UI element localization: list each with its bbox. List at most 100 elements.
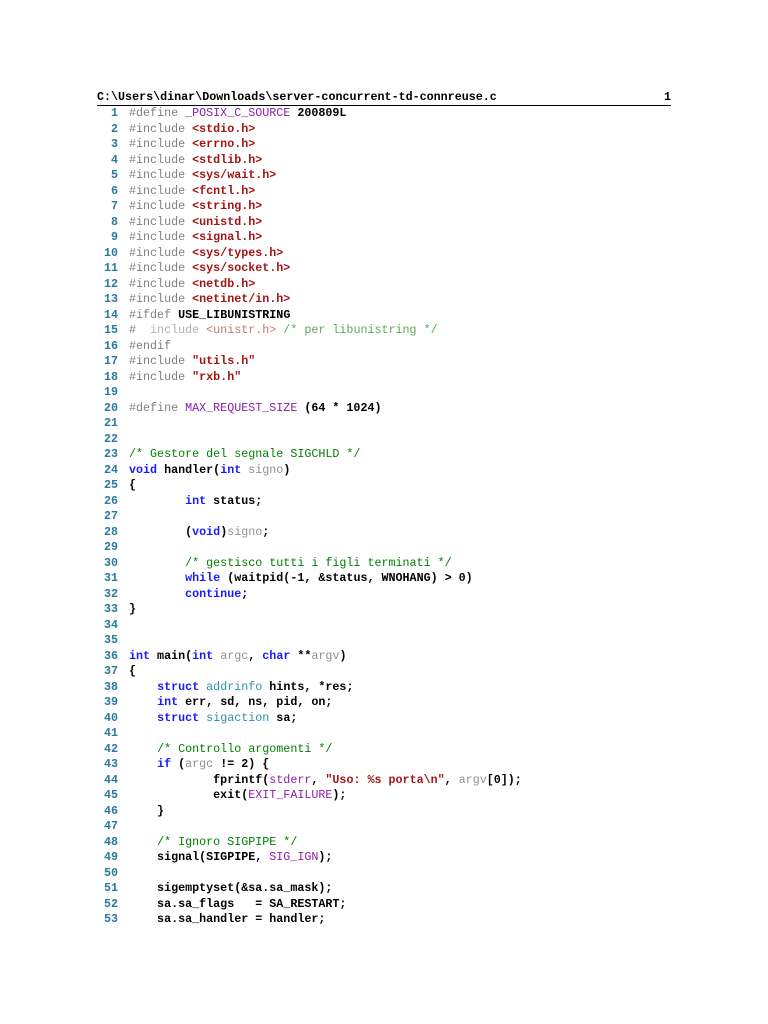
code-token: MAX_REQUEST_SIZE xyxy=(185,400,298,415)
code-token: #include xyxy=(129,261,193,275)
line-number: 26 xyxy=(103,493,118,508)
line-number: 10 xyxy=(103,245,118,260)
line-number: 46 xyxy=(103,803,118,818)
code-line: 52 sa.sa_flags = SA_RESTART; xyxy=(96,897,522,913)
code-token: "utils.h" xyxy=(192,354,256,368)
code-token: signal(SIGPIPE, xyxy=(129,850,270,864)
code-token: main( xyxy=(150,648,193,663)
line-number: 39 xyxy=(103,695,118,709)
code-line: 38 struct addrinfo hints, *res; xyxy=(96,680,522,696)
code-token: <sys/types.h> xyxy=(192,245,284,260)
code-token: ); xyxy=(318,850,333,864)
code-token: sigemptyset(&sa.sa_mask); xyxy=(129,881,333,895)
line-number: 12 xyxy=(103,276,118,291)
code-line: 50 xyxy=(96,866,522,882)
code-token: #include xyxy=(129,137,193,151)
code-line: 25 { xyxy=(96,478,522,494)
code-line: 22 xyxy=(96,432,522,448)
code-token: /* per libunistring */ xyxy=(276,323,438,337)
code-line: 47 xyxy=(96,819,522,835)
code-token: , xyxy=(248,648,263,663)
code-line: 48 /* Ignoro SIGPIPE */ xyxy=(96,835,522,851)
line-number: 28 xyxy=(103,524,118,539)
line-number: 11 xyxy=(103,261,118,275)
code-line: 23 /* Gestore del segnale SIGCHLD */ xyxy=(96,447,522,463)
code-token: sigaction xyxy=(199,710,270,725)
code-token: } xyxy=(129,803,165,818)
line-number: 32 xyxy=(103,586,118,601)
code-token: <string.h> xyxy=(192,199,263,213)
code-token: <fcntl.h> xyxy=(192,183,256,198)
code-token: ); xyxy=(332,788,347,802)
code-token: #include xyxy=(129,199,193,213)
code-line: 6 #include <fcntl.h> xyxy=(96,184,522,200)
code-line: 7 #include <string.h> xyxy=(96,199,522,215)
code-token: <sys/wait.h> xyxy=(192,168,277,182)
code-token: int xyxy=(220,462,242,477)
code-token: sa.sa_flags = SA_RESTART; xyxy=(129,896,347,911)
line-number: 37 xyxy=(103,664,118,678)
code-token: /* Controllo argomenti */ xyxy=(157,741,333,756)
line-number: 47 xyxy=(103,819,118,833)
code-token: <stdlib.h> xyxy=(192,152,263,167)
code-token: #ifdef xyxy=(129,307,179,322)
code-token: include xyxy=(150,323,207,337)
code-line: 8 #include <unistd.h> xyxy=(96,215,522,231)
line-number: 14 xyxy=(103,307,118,322)
code-token: #include xyxy=(129,230,193,244)
code-line: 19 xyxy=(96,385,522,401)
code-token: argv xyxy=(311,648,340,663)
code-line: 43 if (argc != 2) { xyxy=(96,757,522,773)
code-token: exit( xyxy=(129,788,249,802)
code-line: 26 int status; xyxy=(96,494,522,510)
code-token: [0]); xyxy=(486,772,522,787)
code-token: <unistr.h> xyxy=(206,323,277,337)
line-number: 36 xyxy=(103,648,118,663)
code-line: 33} xyxy=(96,602,522,618)
code-line: 44 fprintf(stderr, "Uso: %s porta\n", ar… xyxy=(96,773,522,789)
code-token: USE_LIBUNISTRING xyxy=(178,307,291,322)
code-line: 35 xyxy=(96,633,522,649)
code-token: int xyxy=(157,695,179,709)
line-number: 27 xyxy=(103,509,118,523)
code-line: 51 sigemptyset(&sa.sa_mask); xyxy=(96,881,522,897)
code-token: handler( xyxy=(157,462,221,477)
line-number: 9 xyxy=(110,230,118,244)
code-line: 34 xyxy=(96,618,522,634)
line-number: 49 xyxy=(103,850,118,864)
line-number: 4 xyxy=(110,152,118,167)
page-number: 1 xyxy=(663,90,671,104)
code-line: 28 (void)signo; xyxy=(96,525,522,541)
code-token: { xyxy=(129,478,137,492)
code-token: (waitpid(-1, &status, WNOHANG) > 0) xyxy=(220,571,473,585)
code-token: void xyxy=(192,524,221,539)
line-number: 50 xyxy=(103,865,118,880)
code-token: #include xyxy=(129,183,193,198)
line-number: 53 xyxy=(103,912,118,926)
file-path: C:\Users\dinar\Downloads\server-concurre… xyxy=(97,90,497,104)
line-number: 29 xyxy=(103,540,118,554)
line-number: 5 xyxy=(110,168,118,182)
code-token: ( xyxy=(171,757,186,771)
line-number: 7 xyxy=(110,199,118,213)
line-number: 18 xyxy=(103,369,118,384)
code-token: _POSIX_C_SOURCE xyxy=(185,106,291,120)
code-token: , xyxy=(444,772,459,787)
code-token: SIG_IGN xyxy=(269,850,319,864)
code-line: 4 #include <stdlib.h> xyxy=(96,153,522,169)
code-line: 39 int err, sd, ns, pid, on; xyxy=(96,695,522,711)
code-line: 16 #endif xyxy=(96,339,522,355)
line-number: 45 xyxy=(103,788,118,802)
code-line: 18 #include "rxb.h" xyxy=(96,370,522,386)
line-number: 21 xyxy=(103,416,118,430)
line-number: 2 xyxy=(110,121,118,136)
code-line: 53 sa.sa_handler = handler; xyxy=(96,912,522,928)
code-token: <unistd.h> xyxy=(192,214,263,229)
